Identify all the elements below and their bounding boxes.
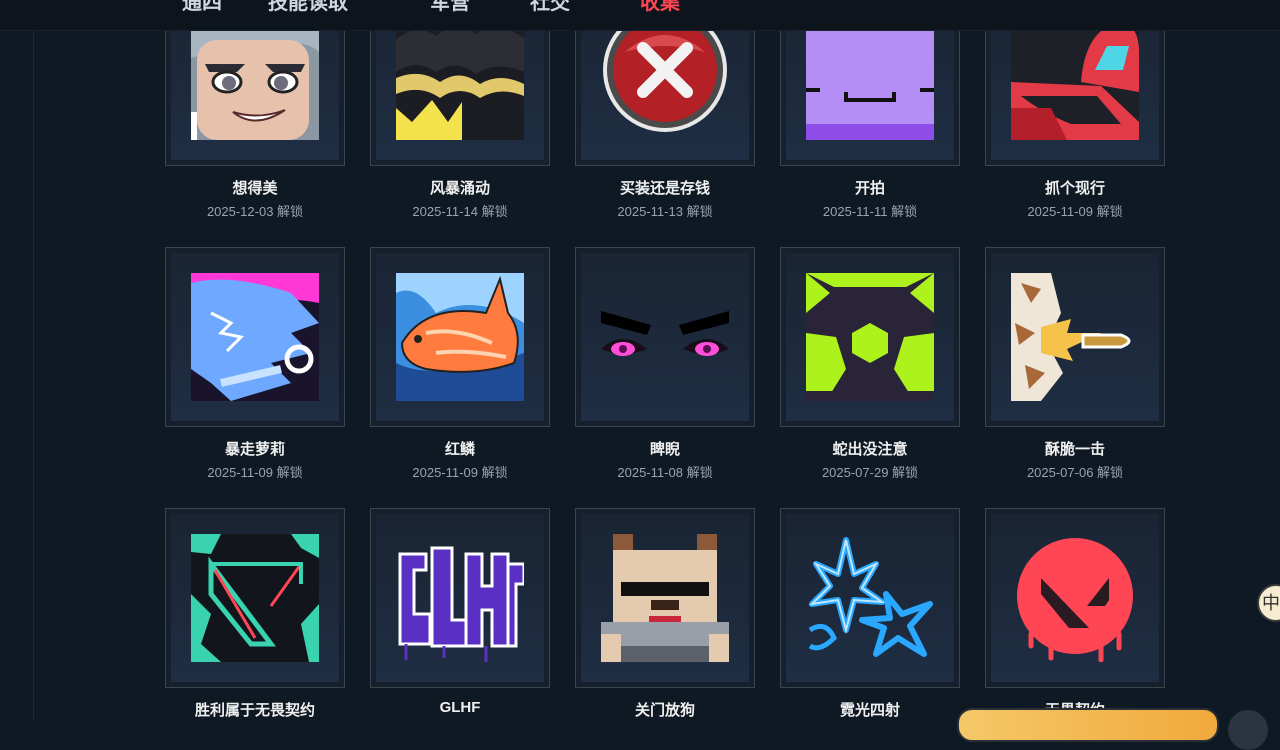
valorant-logo-icon: [1011, 534, 1139, 662]
spray-unlock-date: 2025-11-14 解锁: [412, 204, 508, 219]
spray-name: 暴走萝莉: [224, 441, 285, 458]
bottom-action-button[interactable]: [957, 708, 1219, 742]
spray-tile[interactable]: [985, 247, 1165, 427]
purple-block-face-icon: [806, 12, 934, 140]
valorant-splatter-icon: [191, 534, 319, 662]
koi-fish-icon: [396, 273, 524, 401]
spray-unlock-date: 2025-11-09 解锁: [412, 465, 508, 480]
spray-name: 想得美: [232, 180, 278, 197]
spray-unlock-date: 2025-11-08 解锁: [617, 465, 713, 480]
nav-item-2[interactable]: 技能读取: [268, 0, 348, 15]
spray-card[interactable]: 暴走萝莉 2025-11-09 解锁: [165, 247, 345, 480]
spray-tile[interactable]: [780, 247, 960, 427]
spray-unlock-date: 2025-12-03 解锁: [206, 204, 304, 219]
pixel-dog-icon: [601, 534, 729, 662]
nav-item-1[interactable]: 通四: [182, 0, 222, 15]
spray-unlock-date: 2025-11-09 解锁: [1027, 204, 1123, 219]
spray-name: 胜利属于无畏契约: [194, 702, 315, 719]
nav-item-collection[interactable]: 收集: [640, 0, 680, 15]
glhf-graffiti-icon: [396, 534, 524, 662]
storm-crown-icon: [396, 12, 524, 140]
spray-name: 开拍: [854, 180, 885, 197]
spray-name: 风暴涌动: [429, 180, 490, 197]
spray-collection-grid: 想得美 2025-12-03 解锁 风暴涌动 2025-11-14 解锁 买装还…: [0, 0, 1280, 720]
spray-tile[interactable]: [575, 247, 755, 427]
spray-unlock-date: 2025-07-06 解锁: [1026, 465, 1124, 480]
spray-name: 抓个现行: [1044, 180, 1105, 197]
neon-shark-icon: [191, 273, 319, 401]
spray-tile[interactable]: [370, 508, 550, 688]
spray-unlock-date: 2025-11-11 解锁: [822, 204, 918, 219]
top-navigation: 通四 技能读取 军营 社交 收集: [0, 0, 1280, 31]
spray-card[interactable]: 霓光四射: [780, 508, 960, 719]
spray-name: 霓光四射: [839, 702, 900, 719]
spray-name: 睥睨: [649, 441, 680, 458]
spray-name: GLHF: [439, 699, 481, 716]
spray-name: 红鳞: [444, 441, 475, 458]
spray-card[interactable]: 酥脆一击 2025-07-06 解锁: [985, 247, 1165, 480]
neon-stars-icon: [806, 534, 934, 662]
spray-tile[interactable]: [575, 508, 755, 688]
spray-tile[interactable]: [165, 508, 345, 688]
spray-name: 蛇出没注意: [832, 441, 908, 458]
spray-tile[interactable]: [165, 247, 345, 427]
glaring-eyes-icon: [601, 273, 729, 401]
spray-card[interactable]: 红鳞 2025-11-09 解锁: [370, 247, 550, 480]
spray-card[interactable]: 睥睨 2025-11-08 解锁: [575, 247, 755, 480]
spray-name: 酥脆一击: [1044, 441, 1105, 458]
spray-tile[interactable]: [985, 508, 1165, 688]
spray-card[interactable]: GLHF: [370, 508, 550, 716]
bottom-round-button[interactable]: [1228, 710, 1268, 750]
spray-card[interactable]: 关门放狗: [575, 508, 755, 719]
red-x-button-icon: [601, 12, 729, 140]
spray-name: 买装还是存钱: [619, 180, 710, 197]
visor-sniper-icon: [1011, 12, 1139, 140]
spray-card[interactable]: 胜利属于无畏契约: [165, 508, 345, 719]
smug-face-icon: [191, 12, 319, 140]
spray-card[interactable]: 无畏契约: [985, 508, 1165, 719]
spray-unlock-date: 2025-07-29 解锁: [821, 465, 919, 480]
spray-tile[interactable]: [780, 508, 960, 688]
spray-unlock-date: 2025-11-13 解锁: [617, 204, 713, 219]
spray-card[interactable]: 蛇出没注意 2025-07-29 解锁: [780, 247, 960, 480]
spray-tile[interactable]: [370, 247, 550, 427]
bullet-impact-icon: [1011, 273, 1139, 401]
nav-item-3[interactable]: 军营: [430, 0, 470, 15]
green-hexagon-icon: [806, 273, 934, 401]
spray-name: 关门放狗: [634, 702, 695, 719]
nav-item-4[interactable]: 社交: [530, 0, 570, 15]
spray-unlock-date: 2025-11-09 解锁: [207, 465, 303, 480]
